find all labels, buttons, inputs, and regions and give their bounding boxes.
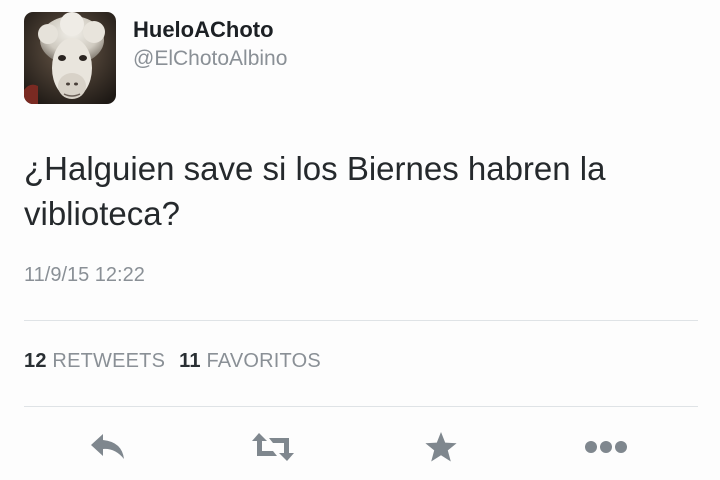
tweet-text: ¿Halguien save si los Biernes habren la …: [24, 150, 606, 232]
retweets-stat[interactable]: 12 RETWEETS: [24, 350, 165, 372]
favorites-label: FAVORITOS: [206, 350, 321, 372]
tweet-actions: [0, 425, 720, 469]
tweet-card: HueloAChoto @ElChotoAlbino ¿Halguien sav…: [0, 0, 720, 480]
user-names: HueloAChoto @ElChotoAlbino: [133, 16, 287, 74]
retweets-label: RETWEETS: [52, 350, 166, 372]
more-button[interactable]: [584, 425, 628, 469]
favorites-count: 11: [179, 350, 201, 372]
star-icon: [425, 432, 457, 462]
favorite-button[interactable]: [419, 425, 463, 469]
tweet-timestamp[interactable]: 11/9/15 12:22: [24, 264, 145, 287]
retweet-button[interactable]: [251, 425, 295, 469]
user-handle[interactable]: @ElChotoAlbino: [133, 44, 287, 74]
reply-button[interactable]: [86, 425, 130, 469]
display-name[interactable]: HueloAChoto: [133, 16, 287, 44]
tweet-stats: 12 RETWEETS 11 FAVORITOS: [24, 350, 321, 373]
retweets-count: 12: [24, 350, 47, 372]
avatar[interactable]: [24, 12, 116, 104]
reply-icon: [91, 434, 124, 459]
retweet-icon: [252, 433, 294, 461]
divider: [24, 406, 698, 407]
tweet-header: HueloAChoto @ElChotoAlbino: [24, 12, 287, 104]
alpaca-avatar-image: [24, 12, 116, 104]
divider: [24, 320, 698, 321]
favorites-stat[interactable]: 11 FAVORITOS: [179, 350, 321, 372]
more-dots-icon: [585, 441, 627, 453]
